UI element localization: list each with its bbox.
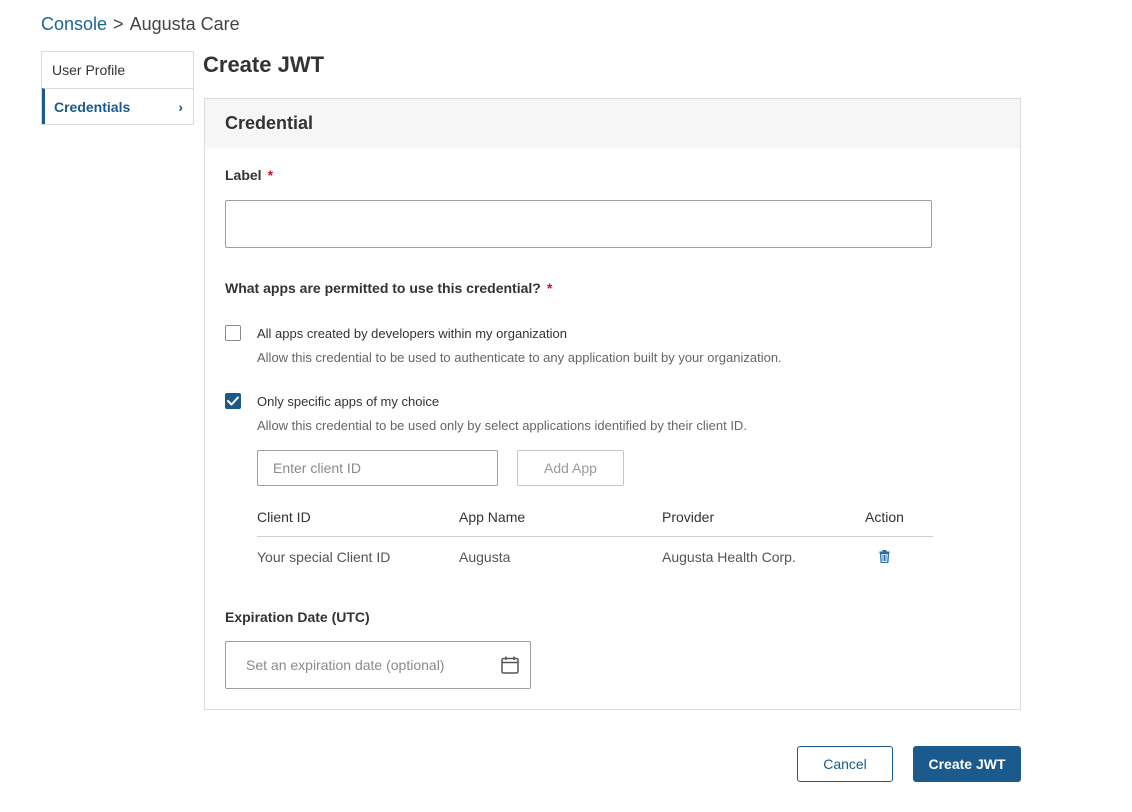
label-field-label: Label * bbox=[225, 167, 273, 183]
create-jwt-button[interactable]: Create JWT bbox=[913, 746, 1021, 782]
specific-apps-checkbox[interactable] bbox=[225, 393, 241, 409]
expiration-date-input[interactable] bbox=[226, 642, 476, 688]
table-header-client-id: Client ID bbox=[257, 499, 459, 537]
breadcrumb-console-link[interactable]: Console bbox=[41, 14, 107, 35]
expiration-date-field[interactable] bbox=[225, 641, 531, 689]
specific-apps-option-description: Allow this credential to be used only by… bbox=[257, 418, 747, 433]
calendar-icon[interactable] bbox=[501, 656, 519, 679]
table-header-provider: Provider bbox=[662, 499, 865, 537]
cancel-button[interactable]: Cancel bbox=[797, 746, 893, 782]
sidebar-item-label: User Profile bbox=[52, 62, 126, 78]
credential-panel: Credential Label * What apps are permitte… bbox=[204, 98, 1021, 710]
sidebar-item-user-profile[interactable]: User Profile bbox=[42, 52, 193, 88]
trash-icon[interactable] bbox=[879, 549, 890, 566]
table-header-app-name: App Name bbox=[459, 499, 662, 537]
specific-apps-option-title: Only specific apps of my choice bbox=[257, 394, 440, 409]
table-header-row: Client ID App Name Provider Action bbox=[257, 499, 933, 537]
page-title: Create JWT bbox=[203, 52, 325, 77]
table-header-action: Action bbox=[865, 499, 933, 537]
cell-action bbox=[865, 536, 933, 578]
client-id-input[interactable] bbox=[257, 450, 498, 486]
apps-question-text: What apps are permitted to use this cred… bbox=[225, 280, 541, 296]
sidebar-item-label: Credentials bbox=[54, 98, 131, 115]
sidebar: User Profile Credentials › bbox=[41, 51, 194, 125]
chevron-right-icon: › bbox=[178, 98, 183, 115]
panel-header: Credential bbox=[205, 99, 1020, 148]
sidebar-item-credentials[interactable]: Credentials › bbox=[42, 88, 193, 124]
cell-provider: Augusta Health Corp. bbox=[662, 549, 796, 566]
required-mark: * bbox=[546, 280, 553, 296]
required-mark: * bbox=[267, 167, 274, 183]
label-field-text: Label bbox=[225, 167, 262, 183]
all-apps-option-title: All apps created by developers within my… bbox=[257, 326, 568, 341]
cell-client-id: Your special Client ID bbox=[257, 549, 391, 566]
expiration-label: Expiration Date (UTC) bbox=[225, 609, 370, 625]
all-apps-option-description: Allow this credential to be used to auth… bbox=[257, 350, 782, 365]
apps-question-label: What apps are permitted to use this cred… bbox=[225, 280, 552, 296]
cell-app-name: Augusta bbox=[459, 549, 511, 566]
breadcrumb-separator: > bbox=[113, 14, 124, 34]
label-input[interactable] bbox=[225, 200, 932, 248]
breadcrumb: Console > Augusta Care bbox=[41, 14, 240, 35]
table-row: Your special Client ID Augusta Augusta H… bbox=[257, 536, 933, 578]
add-app-button[interactable]: Add App bbox=[517, 450, 624, 486]
apps-table: Client ID App Name Provider Action Your … bbox=[257, 499, 933, 578]
checkmark-icon bbox=[227, 396, 239, 406]
all-apps-checkbox[interactable] bbox=[225, 325, 241, 341]
breadcrumb-current: Augusta Care bbox=[129, 14, 240, 34]
